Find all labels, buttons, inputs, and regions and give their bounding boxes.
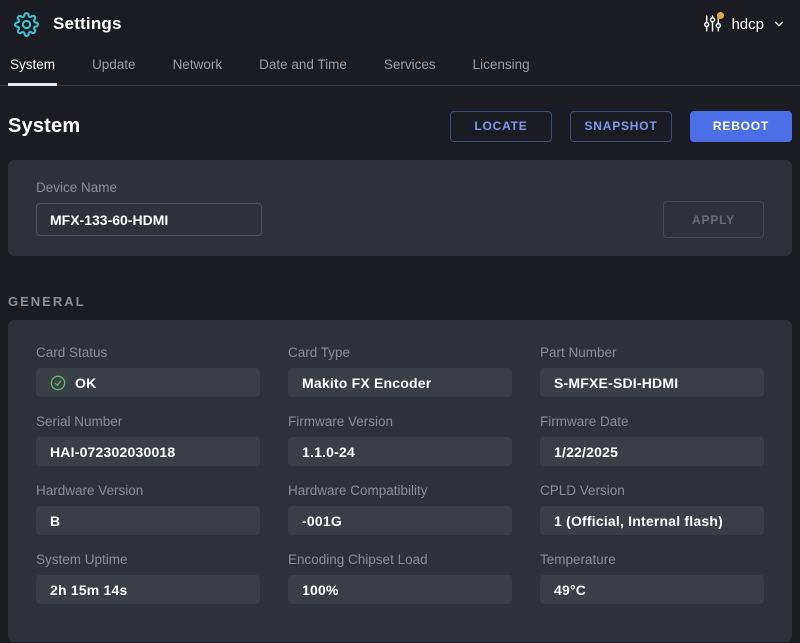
general-card: Card Status OK Card Type Makito FX Encod… (8, 320, 792, 642)
field-value: S-MFXE-SDI-HDMI (540, 368, 764, 397)
field-card-type: Card Type Makito FX Encoder (288, 345, 512, 397)
page-title: System (8, 115, 80, 138)
field-serial-number: Serial Number HAI-072302030018 (36, 414, 260, 466)
field-label: Firmware Date (540, 414, 764, 429)
device-name-input[interactable] (36, 203, 262, 236)
field-system-uptime: System Uptime 2h 15m 14s (36, 552, 260, 604)
sliders-icon (703, 14, 723, 34)
reboot-button[interactable]: REBOOT (690, 111, 792, 142)
field-hardware-version: Hardware Version B (36, 483, 260, 535)
gear-icon (13, 11, 39, 37)
field-value: OK (36, 368, 260, 397)
field-temperature: Temperature 49°C (540, 552, 764, 604)
snapshot-button[interactable]: SNAPSHOT (570, 111, 672, 142)
device-name-card: Device Name APPLY (8, 160, 792, 256)
field-card-status: Card Status OK (36, 345, 260, 397)
tab-system[interactable]: System (8, 57, 57, 86)
field-label: Card Type (288, 345, 512, 360)
field-label: System Uptime (36, 552, 260, 567)
field-value: Makito FX Encoder (288, 368, 512, 397)
field-label: Firmware Version (288, 414, 512, 429)
field-label: Card Status (36, 345, 260, 360)
field-value: 1.1.0-24 (288, 437, 512, 466)
field-value: 1 (Official, Internal flash) (540, 506, 764, 535)
tab-update[interactable]: Update (90, 57, 138, 86)
general-section-title: GENERAL (8, 294, 792, 309)
tab-date-and-time[interactable]: Date and Time (257, 57, 349, 86)
field-label: Encoding Chipset Load (288, 552, 512, 567)
app-title: Settings (53, 14, 122, 34)
field-cpld-version: CPLD Version 1 (Official, Internal flash… (540, 483, 764, 535)
field-value: -001G (288, 506, 512, 535)
check-circle-icon (50, 375, 66, 391)
field-firmware-date: Firmware Date 1/22/2025 (540, 414, 764, 466)
tab-licensing[interactable]: Licensing (471, 57, 532, 86)
tab-services[interactable]: Services (382, 57, 438, 86)
notification-badge-dot (717, 12, 724, 19)
user-menu[interactable]: hdcp (703, 14, 786, 34)
field-label: Part Number (540, 345, 764, 360)
field-part-number: Part Number S-MFXE-SDI-HDMI (540, 345, 764, 397)
tab-network[interactable]: Network (171, 57, 225, 86)
field-label: Hardware Compatibility (288, 483, 512, 498)
user-menu-label: hdcp (731, 16, 764, 33)
field-label: Temperature (540, 552, 764, 567)
locate-button[interactable]: LOCATE (450, 111, 552, 142)
field-firmware-version: Firmware Version 1.1.0-24 (288, 414, 512, 466)
device-name-label: Device Name (36, 180, 764, 195)
field-value: 100% (288, 575, 512, 604)
field-value: 2h 15m 14s (36, 575, 260, 604)
chevron-down-icon (772, 17, 786, 31)
tab-bar: System Update Network Date and Time Serv… (0, 48, 800, 86)
app-header: Settings hdcp (0, 0, 800, 48)
field-value: B (36, 506, 260, 535)
field-hardware-compatibility: Hardware Compatibility -001G (288, 483, 512, 535)
field-label: Serial Number (36, 414, 260, 429)
field-value: HAI-072302030018 (36, 437, 260, 466)
field-label: CPLD Version (540, 483, 764, 498)
field-value: 1/22/2025 (540, 437, 764, 466)
apply-button[interactable]: APPLY (663, 201, 764, 238)
field-encoding-chipset-load: Encoding Chipset Load 100% (288, 552, 512, 604)
field-label: Hardware Version (36, 483, 260, 498)
field-value: 49°C (540, 575, 764, 604)
